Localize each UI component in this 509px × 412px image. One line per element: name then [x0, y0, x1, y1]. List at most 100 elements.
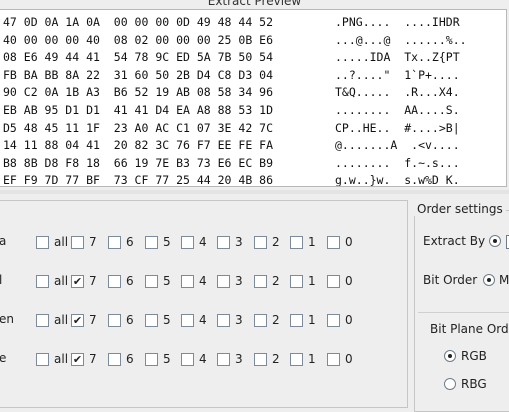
- checkbox-bit-6[interactable]: 6: [108, 350, 134, 368]
- bit-order-label: Bit Order: [423, 273, 478, 287]
- checkbox-bit-0[interactable]: 0: [327, 272, 353, 290]
- order-settings-title: Order settings: [414, 202, 506, 216]
- hex-row: EF F9 7D 77 BF 73 CF 77 25 44 20 4B 86 g.…: [3, 172, 460, 187]
- hex-ascii: T&Q..... .R...X4.: [335, 85, 460, 100]
- hex-ascii: ........ f.~.s...: [335, 155, 460, 170]
- checkbox-empty-icon[interactable]: [181, 235, 194, 249]
- extract-by-label: Extract By: [423, 234, 486, 248]
- checkbox-empty-icon[interactable]: [327, 274, 340, 288]
- checkbox-empty-icon[interactable]: [108, 313, 121, 327]
- checkbox-empty-icon[interactable]: [327, 352, 340, 366]
- checkbox-empty-icon[interactable]: [36, 274, 49, 288]
- checkbox-checked-icon[interactable]: ✔: [71, 274, 84, 288]
- checkbox-empty-icon[interactable]: [290, 313, 303, 327]
- checkbox-bit-2[interactable]: 2: [254, 350, 280, 368]
- hex-bytes: FB BA BB 8A 22 31 60 50 2B D4 C8 D3 04: [3, 67, 274, 82]
- checkbox-empty-icon[interactable]: [36, 352, 49, 366]
- preview-scrollbar[interactable]: [0, 190, 509, 194]
- checkbox-label: 7: [89, 313, 97, 327]
- checkbox-label: all: [54, 274, 69, 288]
- checkbox-empty-icon[interactable]: [217, 274, 230, 288]
- checkbox-bit-6[interactable]: 6: [108, 311, 134, 329]
- checkbox-bit-3[interactable]: 3: [217, 233, 243, 251]
- plane-order-radio-rbg[interactable]: [444, 378, 456, 390]
- checkbox-bit-2[interactable]: 2: [254, 272, 280, 290]
- checkbox-bit-4[interactable]: 4: [181, 350, 207, 368]
- checkbox-bit-7[interactable]: ✔ 7: [71, 350, 97, 368]
- checkbox-empty-icon[interactable]: [36, 313, 49, 327]
- checkbox-empty-icon[interactable]: [145, 313, 158, 327]
- hex-row: 40 00 00 00 40 08 02 00 00 00 25 0B E6..…: [3, 32, 467, 50]
- checkbox-bit-1[interactable]: 1: [290, 272, 316, 290]
- hex-preview-area[interactable]: 47 0D 0A 1A 0A 00 00 00 0D 49 48 44 52 .P…: [0, 9, 507, 187]
- checkbox-bit-3[interactable]: 3: [217, 272, 243, 290]
- checkbox-empty-icon[interactable]: [181, 352, 194, 366]
- checkbox-empty-icon[interactable]: [108, 352, 121, 366]
- checkbox-empty-icon[interactable]: [145, 235, 158, 249]
- checkbox-empty-icon[interactable]: [108, 274, 121, 288]
- checkbox-bit-3[interactable]: 3: [217, 350, 243, 368]
- checkbox-bit-0[interactable]: 0: [327, 350, 353, 368]
- checkbox-empty-icon[interactable]: [217, 352, 230, 366]
- checkbox-empty-icon[interactable]: [181, 313, 194, 327]
- checkbox-bit-7[interactable]: ✔ 7: [71, 311, 97, 329]
- checkbox-bit-0[interactable]: 0: [327, 311, 353, 329]
- bit-order-radio-msb[interactable]: [483, 274, 495, 286]
- checkbox-empty-icon[interactable]: [108, 235, 121, 249]
- checkbox-checked-icon[interactable]: ✔: [71, 352, 84, 366]
- checkbox-bit-6[interactable]: 6: [108, 272, 134, 290]
- checkbox-empty-icon[interactable]: [145, 352, 158, 366]
- checkbox-empty-icon[interactable]: [290, 235, 303, 249]
- checkbox-label: 5: [163, 313, 171, 327]
- checkbox-all[interactable]: all: [36, 311, 68, 329]
- checkbox-empty-icon[interactable]: [290, 274, 303, 288]
- checkbox-bit-6[interactable]: 6: [108, 233, 134, 251]
- extract-by-radio[interactable]: [489, 235, 501, 247]
- checkbox-empty-icon[interactable]: [290, 352, 303, 366]
- checkbox-empty-icon[interactable]: [254, 313, 267, 327]
- checkbox-bit-1[interactable]: 1: [290, 311, 316, 329]
- checkbox-bit-4[interactable]: 4: [181, 233, 207, 251]
- checkbox-all[interactable]: all: [36, 233, 68, 251]
- plane-order-radio-rgb[interactable]: [444, 350, 456, 362]
- channel-label: l: [0, 273, 3, 287]
- checkbox-empty-icon[interactable]: [71, 235, 84, 249]
- checkbox-empty-icon[interactable]: [254, 235, 267, 249]
- checkbox-bit-4[interactable]: 4: [181, 311, 207, 329]
- checkbox-bit-1[interactable]: 1: [290, 350, 316, 368]
- hex-row: 90 C2 0A 1B A3 B6 52 19 AB 08 58 34 96 T&…: [3, 84, 460, 102]
- checkbox-label: 5: [163, 274, 171, 288]
- hex-bytes: EF F9 7D 77 BF 73 CF 77 25 44 20 4B 86: [3, 173, 274, 187]
- bit-plane-row: a all 7 6 5 4 3 2 1 0: [0, 232, 407, 252]
- checkbox-empty-icon[interactable]: [254, 352, 267, 366]
- checkbox-bit-1[interactable]: 1: [290, 233, 316, 251]
- checkbox-empty-icon[interactable]: [217, 235, 230, 249]
- hex-bytes: 08 E6 49 44 41 54 78 9C ED 5A 7B 50 54: [3, 50, 274, 65]
- checkbox-label: 7: [89, 274, 97, 288]
- checkbox-checked-icon[interactable]: ✔: [71, 313, 84, 327]
- checkbox-bit-5[interactable]: 5: [145, 272, 171, 290]
- checkbox-bit-4[interactable]: 4: [181, 272, 207, 290]
- checkbox-label: 2: [272, 352, 280, 366]
- hex-row: 14 11 88 04 41 20 82 3C 76 F7 EE FE FA @.…: [3, 137, 460, 155]
- checkbox-bit-0[interactable]: 0: [327, 233, 353, 251]
- checkbox-bit-5[interactable]: 5: [145, 233, 171, 251]
- checkbox-empty-icon[interactable]: [181, 274, 194, 288]
- checkbox-bit-7[interactable]: 7: [71, 233, 97, 251]
- checkbox-empty-icon[interactable]: [327, 235, 340, 249]
- checkbox-empty-icon[interactable]: [254, 274, 267, 288]
- checkbox-empty-icon[interactable]: [145, 274, 158, 288]
- checkbox-bit-5[interactable]: 5: [145, 350, 171, 368]
- checkbox-empty-icon[interactable]: [327, 313, 340, 327]
- extract-preview-title: Extract Preview: [207, 0, 302, 8]
- checkbox-bit-3[interactable]: 3: [217, 311, 243, 329]
- checkbox-bit-5[interactable]: 5: [145, 311, 171, 329]
- checkbox-bit-2[interactable]: 2: [254, 311, 280, 329]
- checkbox-all[interactable]: all: [36, 272, 68, 290]
- checkbox-bit-2[interactable]: 2: [254, 233, 280, 251]
- checkbox-empty-icon[interactable]: [217, 313, 230, 327]
- checkbox-all[interactable]: all: [36, 350, 68, 368]
- checkbox-empty-icon[interactable]: [36, 235, 49, 249]
- hex-ascii: .PNG.... ....IHDR: [335, 15, 460, 29]
- checkbox-bit-7[interactable]: ✔ 7: [71, 272, 97, 290]
